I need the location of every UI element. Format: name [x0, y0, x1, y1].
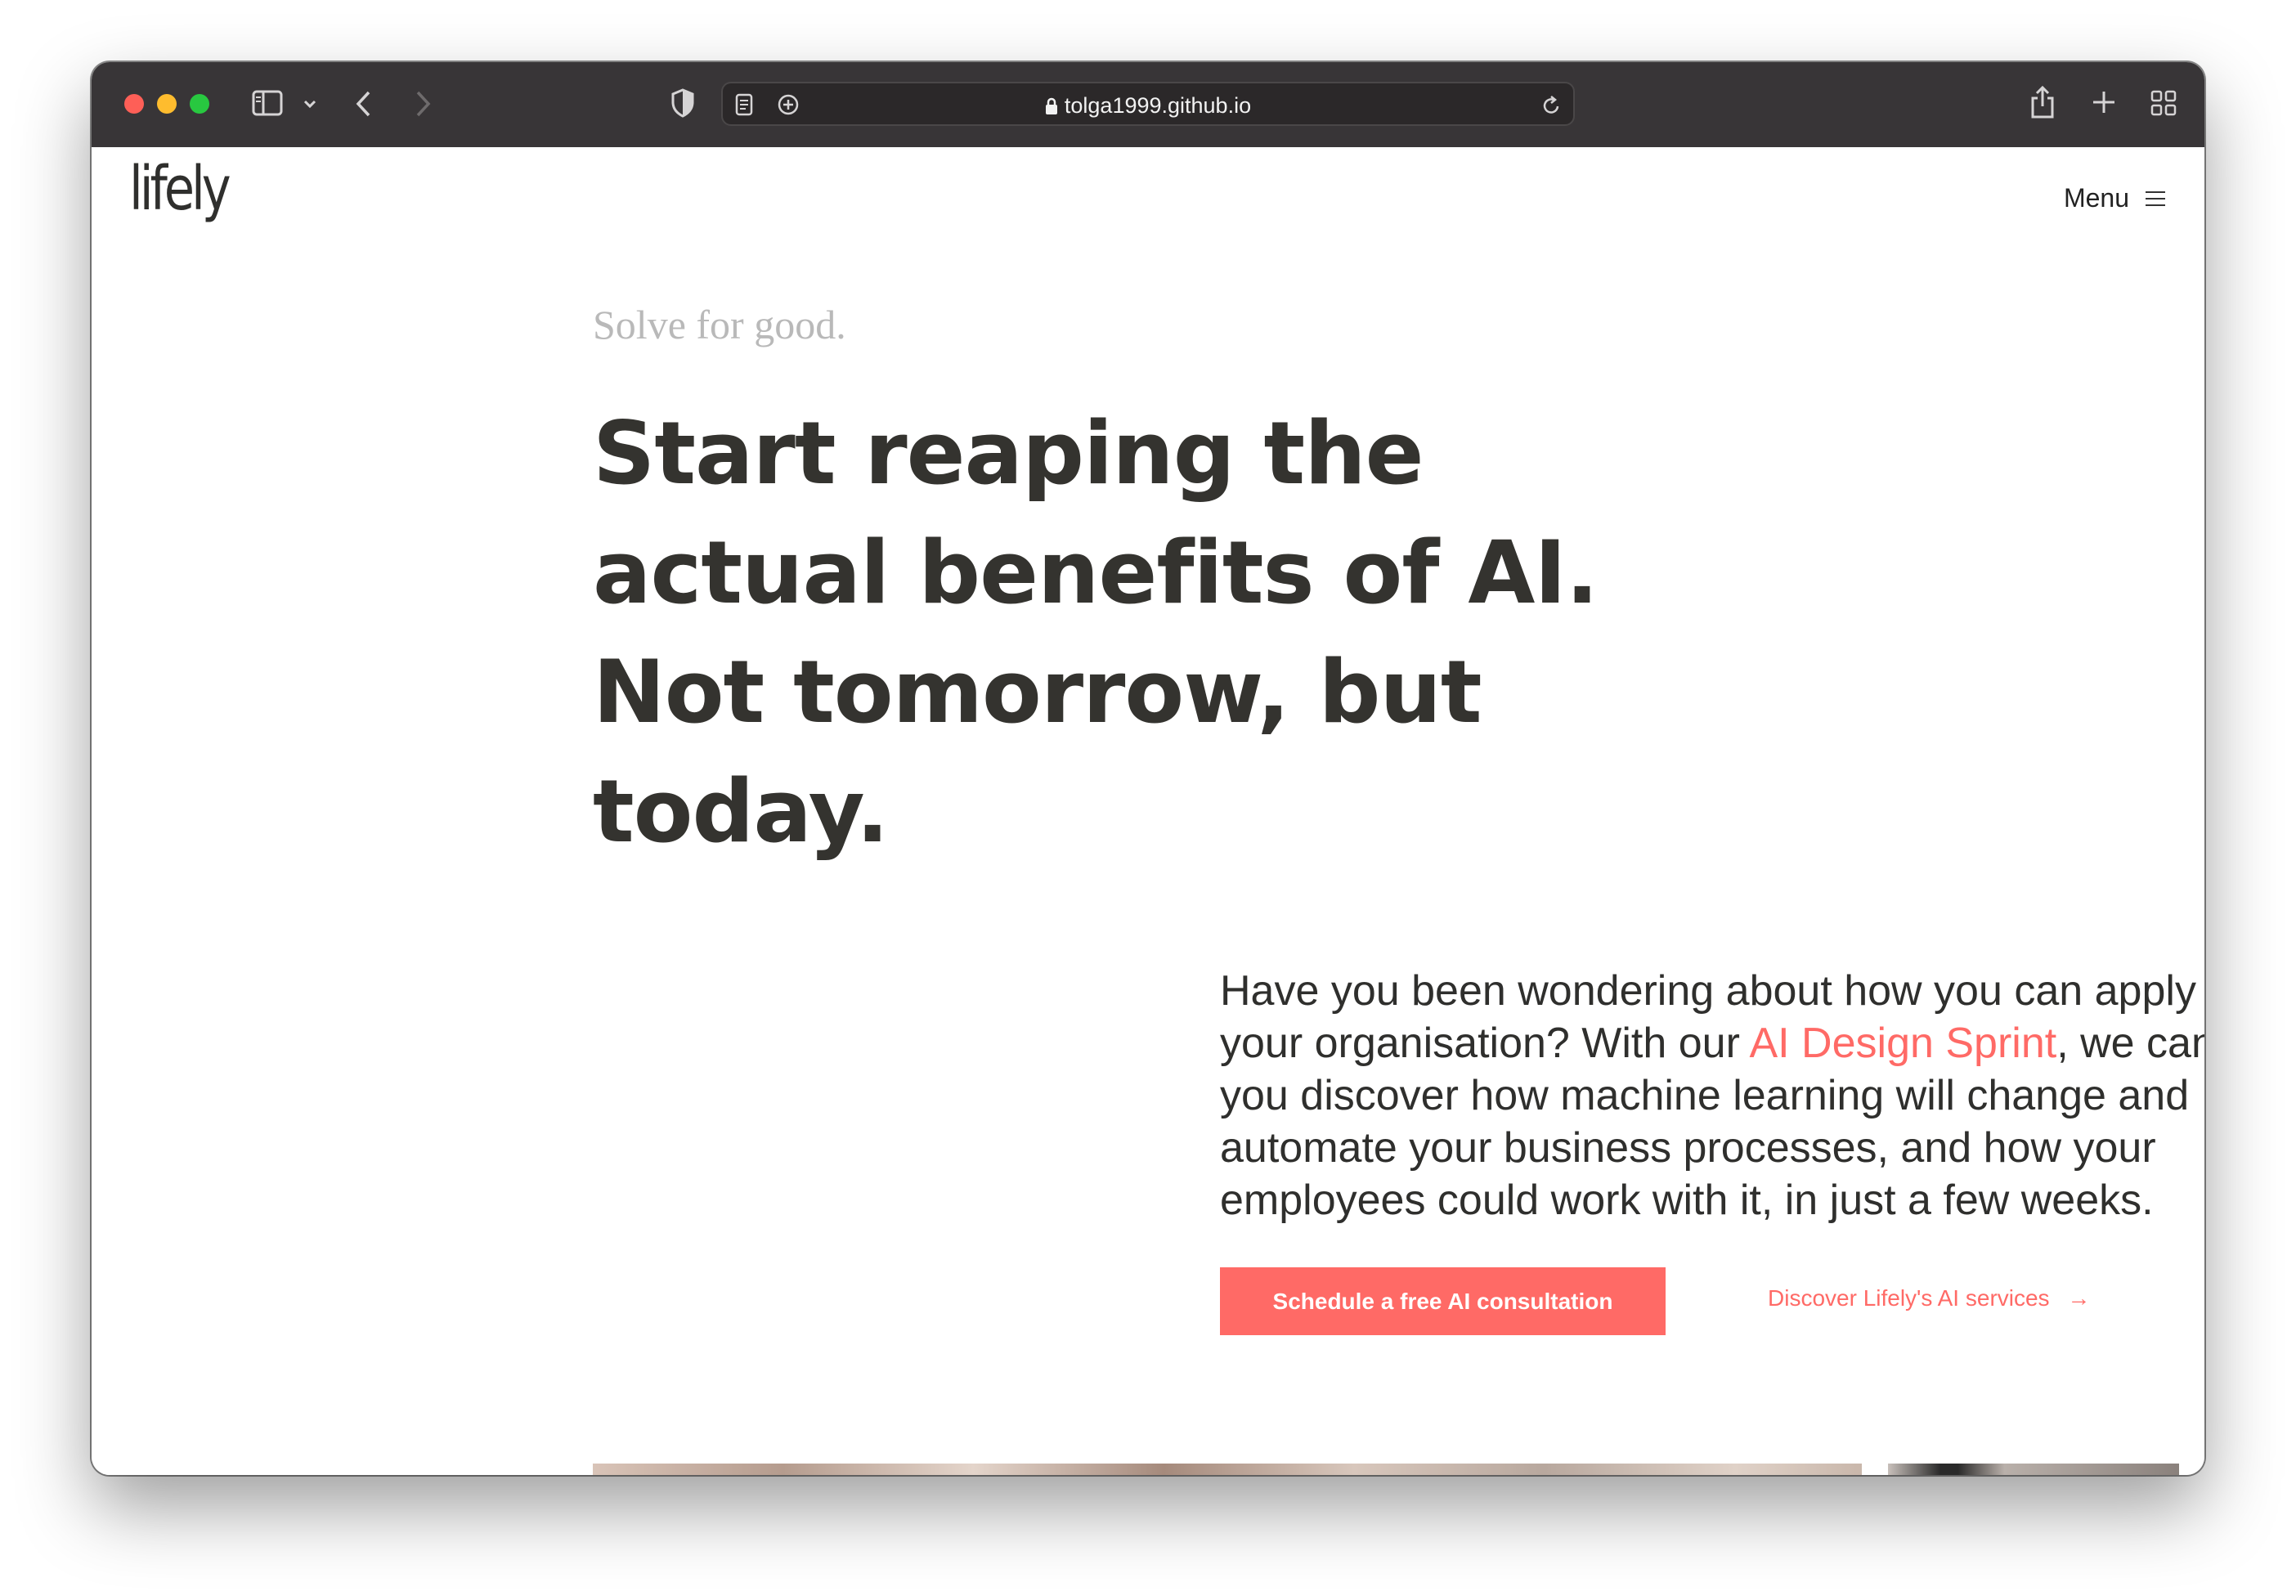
minimize-window-button[interactable] — [157, 94, 177, 114]
hero-body: Have you been wondering about how you ca… — [1220, 965, 2204, 1226]
menu-button[interactable]: Menu — [2064, 183, 2165, 213]
close-window-button[interactable] — [124, 94, 144, 114]
web-page: lifely Menu Solve for good. Start reapin… — [92, 147, 2204, 1475]
share-icon[interactable] — [2029, 85, 2056, 123]
tab-overview-icon[interactable] — [2150, 90, 2177, 120]
hero-image-left — [593, 1464, 1862, 1475]
headline-line: Not tomorrow, but — [593, 642, 1482, 742]
new-tab-icon[interactable] — [2092, 90, 2116, 119]
ai-design-sprint-link[interactable]: AI Design Sprint — [1749, 1020, 2056, 1067]
browser-window: tolga1999.github.io lifely Menu Solve fo… — [92, 62, 2204, 1475]
schedule-consultation-button[interactable]: Schedule a free AI consultation — [1220, 1267, 1666, 1335]
privacy-shield-icon[interactable] — [670, 88, 695, 122]
address-bar[interactable]: tolga1999.github.io — [721, 82, 1575, 126]
reload-icon[interactable] — [1540, 94, 1562, 121]
discover-ai-services-link[interactable]: Discover Lifely's AI services → — [1768, 1285, 2090, 1311]
zoom-window-button[interactable] — [190, 94, 209, 114]
url-text: tolga1999.github.io — [1064, 93, 1252, 118]
hero-headline: Start reaping the actual benefits of AI.… — [593, 394, 1656, 872]
hero-image-right — [1888, 1464, 2179, 1475]
tagline: Solve for good. — [593, 302, 846, 347]
headline-line: Start reaping the — [593, 403, 1424, 504]
forward-icon[interactable] — [414, 90, 432, 122]
arrow-right-icon: → — [2067, 1285, 2091, 1311]
menu-label: Menu — [2063, 183, 2129, 213]
sidebar-toggle-icon[interactable] — [252, 90, 283, 120]
lock-icon — [1045, 97, 1057, 114]
url-display[interactable]: tolga1999.github.io — [723, 93, 1573, 119]
browser-toolbar: tolga1999.github.io — [92, 62, 2204, 149]
hamburger-icon — [2146, 186, 2165, 211]
discover-link-label: Discover Lifely's AI services — [1768, 1285, 2050, 1311]
chevron-down-icon[interactable] — [303, 98, 317, 113]
headline-line: actual benefits of AI. — [593, 522, 1599, 623]
back-icon[interactable] — [355, 90, 373, 122]
headline-line: today. — [593, 761, 889, 862]
site-logo[interactable]: lifely — [129, 154, 231, 224]
